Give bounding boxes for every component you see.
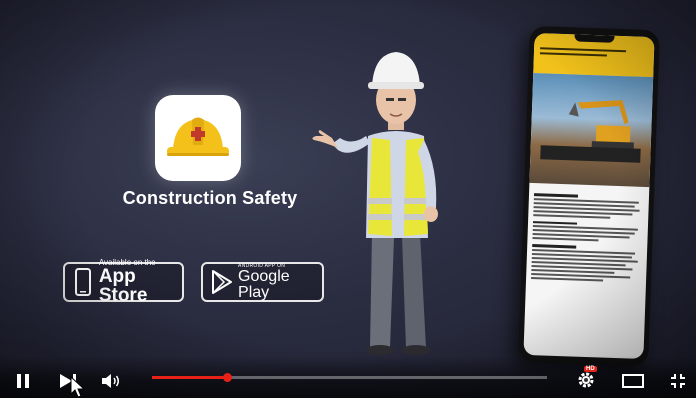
pause-icon bbox=[17, 374, 29, 388]
progress-fill bbox=[152, 376, 228, 379]
video-player[interactable]: Construction Safety Available on the App… bbox=[0, 0, 696, 398]
phone-screen bbox=[523, 33, 655, 359]
play-store-icon bbox=[209, 267, 234, 297]
exit-fullscreen-icon bbox=[671, 374, 685, 388]
settings-icon bbox=[578, 372, 594, 388]
excavator-photo bbox=[529, 72, 654, 188]
theater-mode-button[interactable] bbox=[620, 372, 646, 390]
exit-fullscreen-button[interactable] bbox=[668, 372, 688, 390]
app-icon bbox=[155, 95, 241, 181]
hard-hat-icon bbox=[167, 117, 229, 156]
theater-mode-icon bbox=[622, 374, 644, 388]
app-title: Construction Safety bbox=[122, 188, 298, 208]
progress-bar[interactable] bbox=[152, 373, 547, 382]
pause-button[interactable] bbox=[14, 372, 32, 390]
app-store-badge[interactable]: Available on the App Store bbox=[63, 259, 184, 306]
phone-mockup bbox=[518, 25, 660, 367]
settings-button[interactable]: HD bbox=[575, 366, 597, 390]
google-play-badge[interactable]: ANDROID APP ON Google Play bbox=[201, 262, 324, 302]
hd-badge: HD bbox=[584, 366, 597, 372]
app-store-label: App Store bbox=[98, 266, 148, 306]
construction-worker-character bbox=[312, 52, 438, 355]
phone-icon bbox=[71, 267, 95, 297]
volume-icon bbox=[102, 374, 119, 388]
cursor-icon bbox=[70, 376, 86, 398]
progress-knob[interactable] bbox=[223, 373, 233, 382]
player-controls: HD bbox=[0, 356, 696, 398]
volume-button[interactable] bbox=[100, 372, 122, 390]
